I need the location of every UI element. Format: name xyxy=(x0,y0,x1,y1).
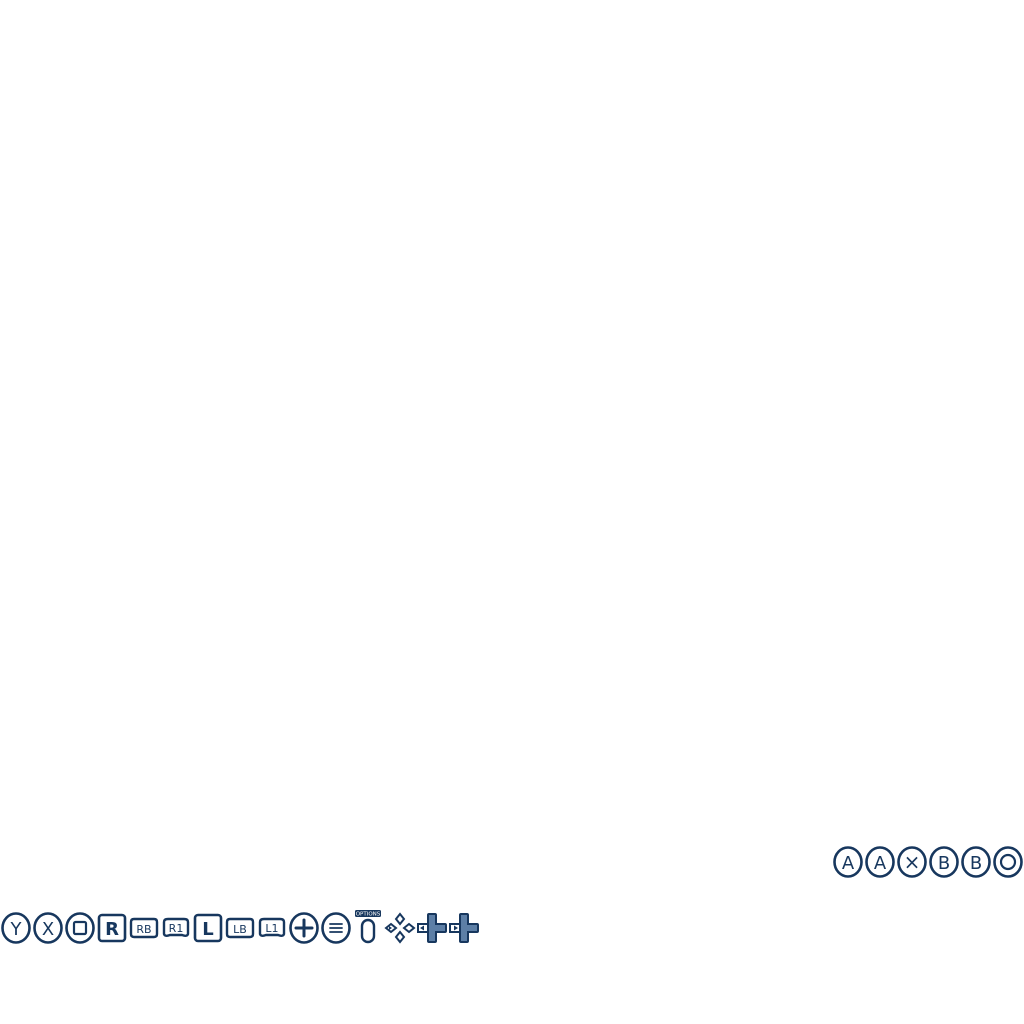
button-cross-icon: × xyxy=(897,846,927,878)
button-cross-label: × xyxy=(904,850,921,874)
button-circle-icon xyxy=(993,846,1023,878)
button-options-label: OPTIONS xyxy=(356,912,381,918)
button-y-icon: Y xyxy=(1,912,31,944)
button-a-alt-label: A xyxy=(874,853,887,874)
button-l1-icon: L1 xyxy=(258,917,286,937)
button-rb-label: RB xyxy=(136,923,151,936)
button-l-label: L xyxy=(202,919,213,940)
button-x-icon: X xyxy=(33,912,63,944)
dpad-outline-icon xyxy=(384,912,416,944)
button-l1-label: L1 xyxy=(265,922,278,935)
button-l-icon: L xyxy=(193,913,223,943)
button-r-label: R xyxy=(105,919,119,940)
dpad-left-filled-icon xyxy=(417,913,447,943)
button-r1-icon: R1 xyxy=(162,917,190,937)
button-rb-icon: RB xyxy=(129,917,159,939)
button-y-label: Y xyxy=(10,919,23,940)
dpad-right-filled-icon xyxy=(449,913,479,943)
button-b-icon: B xyxy=(929,846,959,878)
button-b-alt-label: B xyxy=(970,853,982,874)
button-x-label: X xyxy=(42,919,54,940)
button-lb-label: LB xyxy=(233,923,247,936)
button-a-alt-icon: A xyxy=(865,846,895,878)
button-options-icon: OPTIONS xyxy=(355,910,381,944)
button-plus-icon xyxy=(289,912,319,944)
button-b-alt-icon: B xyxy=(961,846,991,878)
button-r1-label: R1 xyxy=(169,922,184,935)
button-a-label: A xyxy=(842,853,855,874)
button-lb-icon: LB xyxy=(225,917,255,939)
button-a-icon: A xyxy=(833,846,863,878)
button-b-label: B xyxy=(938,853,950,874)
button-menu-icon xyxy=(321,912,351,944)
sprite-sheet: A A × B B Y X R RB R1 L LB L1 OPTIONS xyxy=(0,0,1024,1024)
button-r-icon: R xyxy=(97,913,127,943)
button-square-icon xyxy=(65,912,95,944)
